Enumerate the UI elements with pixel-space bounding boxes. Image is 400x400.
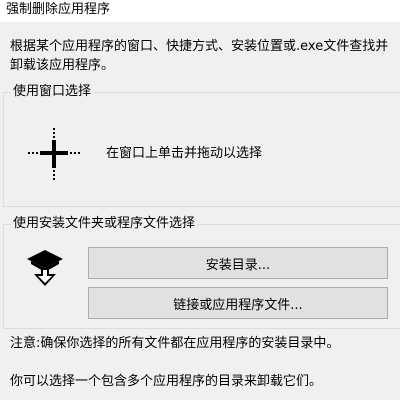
file-select-group-label: 使用安装文件夹或程序文件选择 xyxy=(11,216,198,232)
title-bar[interactable]: 强制删除应用程序 xyxy=(0,0,400,22)
window-select-group-label: 使用窗口选择 xyxy=(11,84,94,100)
crosshair-icon[interactable] xyxy=(28,128,80,180)
hint-note: 你可以选择一个包含多个应用程序的目录来卸载它们。 xyxy=(10,374,323,389)
uninstall-folder-icon xyxy=(25,248,65,288)
warning-note: 注意:确保你选择的所有文件都在应用程序的安装目录中。 xyxy=(10,336,340,351)
install-directory-button[interactable]: 安装目录... xyxy=(88,247,388,279)
crosshair-svg xyxy=(28,128,80,180)
force-remove-window: 强制删除应用程序 根据某个应用程序的窗口、快捷方式、安装位置或.exe文件查找并… xyxy=(0,0,400,400)
shortcut-or-exe-button[interactable]: 链接或应用程序文件... xyxy=(88,287,388,319)
description-text: 根据某个应用程序的窗口、快捷方式、安装位置或.exe文件查找并卸载该应用程序。 xyxy=(10,39,389,73)
drag-instruction: 在窗口上单击并拖动以选择 xyxy=(106,146,263,161)
folder-arrow-svg xyxy=(27,250,63,286)
window-title: 强制删除应用程序 xyxy=(6,2,111,17)
